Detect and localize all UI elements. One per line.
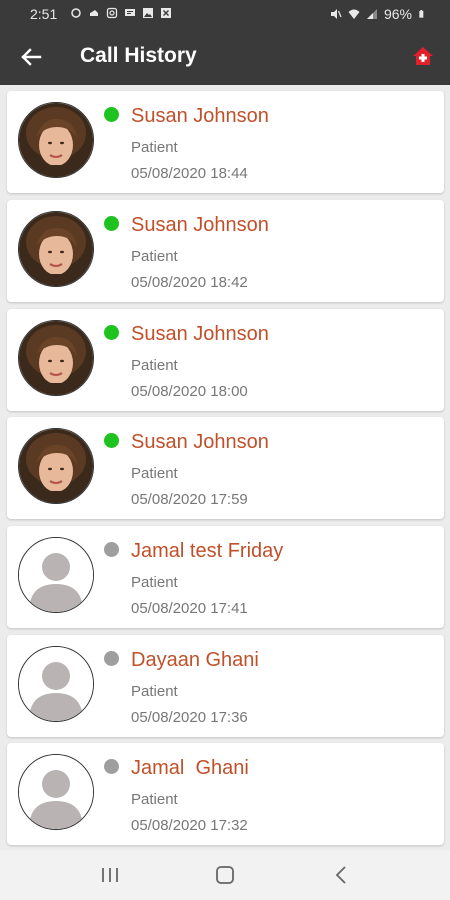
- call-list-item[interactable]: Jamal test Friday Patient 05/08/2020 17:41: [7, 526, 444, 628]
- avatar: [18, 102, 94, 178]
- avatar-placeholder: [18, 646, 94, 722]
- caller-role: Patient: [131, 357, 178, 374]
- close-box-icon: [161, 8, 171, 18]
- instagram-icon: [106, 7, 118, 19]
- default-avatar: [19, 647, 93, 721]
- status-indicator: [104, 542, 119, 557]
- caller-role: Patient: [131, 139, 178, 156]
- medical-home-icon[interactable]: [412, 45, 434, 67]
- call-timestamp: 05/08/2020 18:42: [131, 274, 248, 291]
- call-list-item[interactable]: Susan Johnson Patient 05/08/2020 18:00: [7, 309, 444, 411]
- call-timestamp: 05/08/2020 17:59: [131, 491, 248, 508]
- status-indicator: [104, 433, 119, 448]
- status-bar: 2:51 96%: [0, 0, 450, 28]
- app-bar: Call History: [0, 28, 450, 85]
- message-icon: [125, 9, 135, 16]
- avatar: [18, 320, 94, 396]
- call-timestamp: 05/08/2020 17:36: [131, 709, 248, 726]
- caller-name: Dayaan Ghani: [131, 649, 259, 671]
- status-indicator: [104, 759, 119, 774]
- cloud-icon: [90, 10, 98, 16]
- caller-name: Susan Johnson: [131, 431, 269, 453]
- avatar: [18, 211, 94, 287]
- status-indicator: [104, 651, 119, 666]
- call-timestamp: 05/08/2020 17:41: [131, 600, 248, 617]
- battery-percentage: 96%: [383, 6, 412, 22]
- back-icon[interactable]: [330, 864, 354, 886]
- status-indicator: [104, 216, 119, 231]
- signal-icon: [366, 9, 377, 19]
- avatar-placeholder: [18, 754, 94, 830]
- home-icon[interactable]: [213, 864, 237, 886]
- call-timestamp: 05/08/2020 18:44: [131, 165, 248, 182]
- call-timestamp: 05/08/2020 18:00: [131, 383, 248, 400]
- caller-name: Jamal Ghani: [131, 757, 249, 779]
- call-list-item[interactable]: Jamal Ghani Patient 05/08/2020 17:32: [7, 743, 444, 845]
- wifi-icon: [348, 9, 360, 19]
- status-time: 2:51: [30, 6, 58, 22]
- caller-role: Patient: [131, 791, 178, 808]
- caller-role: Patient: [131, 248, 178, 265]
- caller-name: Susan Johnson: [131, 323, 269, 345]
- patient-photo: [19, 321, 93, 395]
- slack-icon: [71, 8, 81, 18]
- caller-name: Susan Johnson: [131, 214, 269, 236]
- patient-photo: [19, 429, 93, 503]
- call-list-item[interactable]: Dayaan Ghani Patient 05/08/2020 17:36: [7, 635, 444, 737]
- default-avatar: [19, 755, 93, 829]
- caller-role: Patient: [131, 574, 178, 591]
- battery-icon: [419, 10, 424, 18]
- status-indicator: [104, 325, 119, 340]
- caller-role: Patient: [131, 465, 178, 482]
- image-icon: [143, 8, 153, 18]
- call-timestamp: 05/08/2020 17:32: [131, 817, 248, 834]
- default-avatar: [19, 538, 93, 612]
- caller-role: Patient: [131, 683, 178, 700]
- patient-photo: [19, 103, 93, 177]
- status-indicator: [104, 107, 119, 122]
- notification-icons: [70, 7, 172, 19]
- avatar: [18, 428, 94, 504]
- call-list-item[interactable]: Susan Johnson Patient 05/08/2020 18:42: [7, 200, 444, 302]
- call-list-item[interactable]: Susan Johnson Patient 05/08/2020 17:59: [7, 417, 444, 519]
- caller-name: Susan Johnson: [131, 105, 269, 127]
- arrow-left-icon[interactable]: [18, 44, 44, 70]
- patient-photo: [19, 212, 93, 286]
- avatar-placeholder: [18, 537, 94, 613]
- system-navigation-bar: [0, 850, 450, 900]
- page-title: Call History: [80, 44, 197, 67]
- caller-name: Jamal test Friday: [131, 540, 284, 562]
- mute-icon: [330, 9, 342, 19]
- system-status: 96%: [330, 6, 426, 22]
- recent-apps-icon[interactable]: [98, 864, 122, 886]
- call-list-item[interactable]: Susan Johnson Patient 05/08/2020 18:44: [7, 91, 444, 193]
